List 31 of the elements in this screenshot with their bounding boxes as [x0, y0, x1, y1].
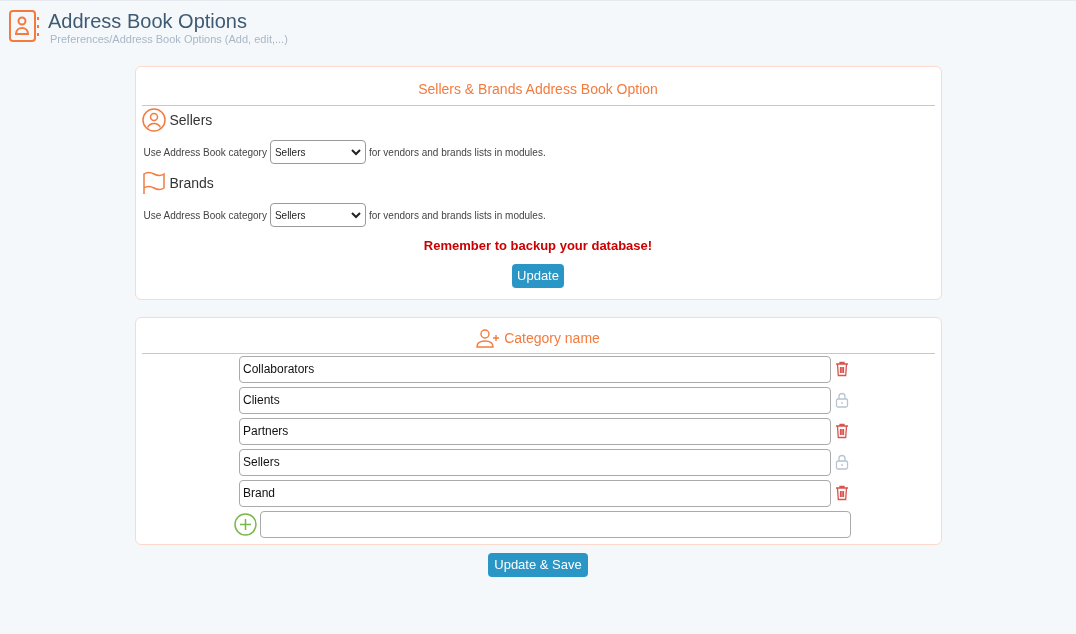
- section-heading: Sellers: [169, 110, 213, 130]
- new-category-input[interactable]: [259, 510, 851, 538]
- category-input[interactable]: Brand: [239, 479, 831, 507]
- lock-icon: [835, 392, 849, 408]
- category-input[interactable]: Clients: [239, 386, 831, 414]
- section-heading: Brands: [169, 173, 214, 193]
- option-label: for vendors and brands lists in modules.: [368, 208, 546, 223]
- trash-icon[interactable]: [835, 485, 849, 501]
- option-label: Use Address Book category: [143, 145, 267, 160]
- category-input[interactable]: Collaborators: [239, 355, 831, 383]
- page-title: Address Book Options: [48, 9, 248, 33]
- backup-warning: Remember to backup your database!: [422, 237, 654, 255]
- panel-title: Sellers & Brands Address Book Option: [141, 67, 935, 106]
- trash-icon[interactable]: [835, 361, 849, 377]
- category-select[interactable]: Sellers: [269, 140, 366, 164]
- lock-icon: [835, 454, 849, 470]
- category-select[interactable]: Sellers: [269, 203, 366, 227]
- option-label: Use Address Book category: [143, 208, 267, 223]
- add-user-icon: [476, 328, 501, 348]
- flag-icon: [141, 171, 166, 195]
- category-input[interactable]: Partners: [239, 417, 831, 445]
- person-circle-icon: [141, 108, 166, 132]
- add-circle-icon[interactable]: [233, 512, 257, 536]
- chevron-down-icon: [350, 211, 361, 219]
- address-book-icon: [8, 9, 40, 43]
- panel-title: Category name: [504, 328, 600, 348]
- chevron-down-icon: [350, 148, 361, 156]
- option-label: for vendors and brands lists in modules.: [368, 145, 546, 160]
- trash-icon[interactable]: [835, 423, 849, 439]
- breadcrumb: Preferences/Address Book Options (Add, edit,...): [50, 33, 288, 45]
- category-input[interactable]: Sellers: [239, 448, 831, 476]
